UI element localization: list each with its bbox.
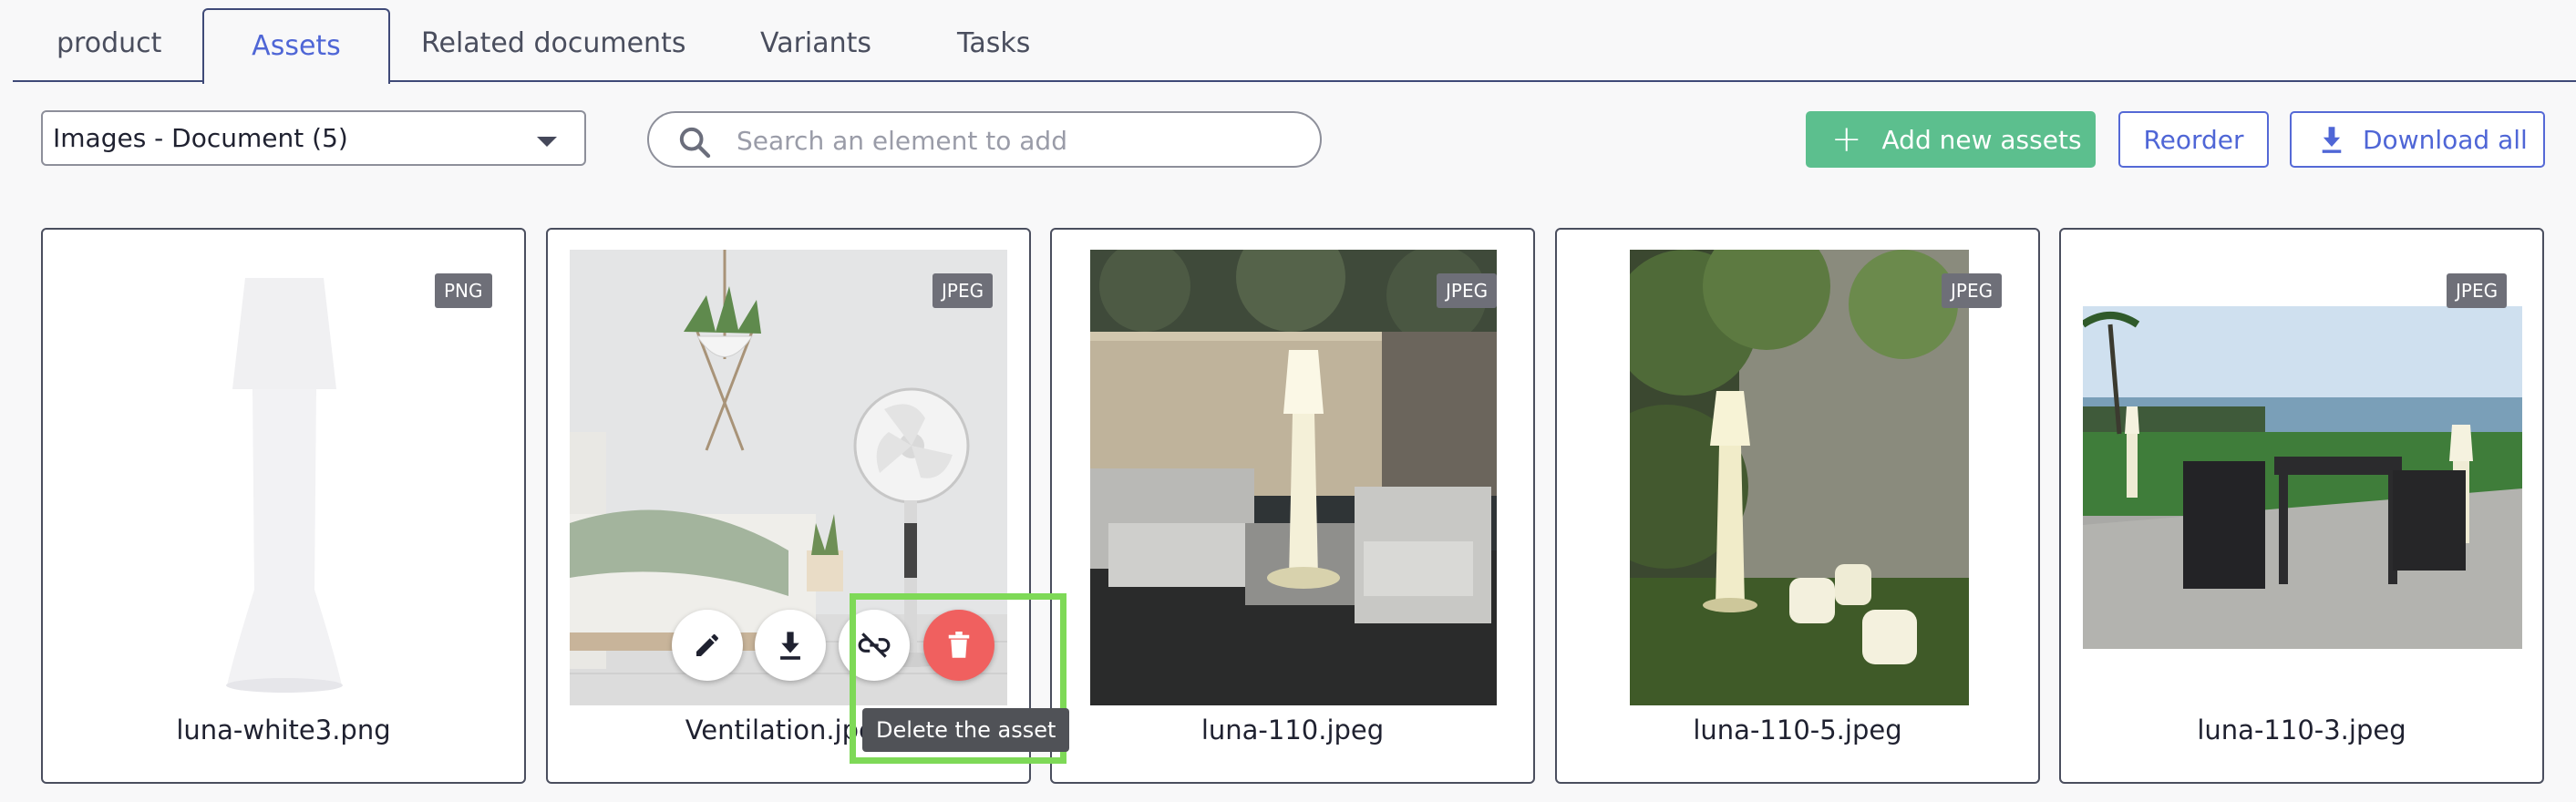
tab-variants[interactable]: Variants xyxy=(760,0,871,80)
asset-card[interactable] xyxy=(41,228,526,784)
download-all-label: Download all xyxy=(2363,124,2528,155)
asset-card[interactable] xyxy=(2059,228,2544,784)
asset-type-select-value: Images - Document (5) xyxy=(53,123,348,153)
reorder-label: Reorder xyxy=(2143,124,2244,155)
download-icon xyxy=(2322,127,2342,153)
asset-thumbnail xyxy=(1090,250,1497,705)
tab-bar: product Assets Related documents Variant… xyxy=(13,0,2576,84)
search-box[interactable] xyxy=(647,111,1322,168)
file-type-badge: PNG xyxy=(435,273,492,308)
asset-thumbnail xyxy=(2083,306,2522,649)
file-type-badge: JPEG xyxy=(933,273,994,308)
chevron-down-icon xyxy=(537,137,557,147)
pencil-icon xyxy=(696,633,719,656)
trash-icon xyxy=(948,632,970,658)
asset-type-select[interactable]: Images - Document (5) xyxy=(41,110,586,166)
delete-asset-button[interactable] xyxy=(923,610,994,681)
asset-thumbnail xyxy=(180,271,389,699)
add-new-assets-label: Add new assets xyxy=(1881,124,2082,155)
asset-card[interactable] xyxy=(1050,228,1535,784)
search-icon xyxy=(679,127,711,159)
download-all-button[interactable]: Download all xyxy=(2290,111,2545,168)
search-input[interactable] xyxy=(735,120,1285,160)
unlink-asset-button[interactable] xyxy=(839,610,910,681)
file-type-badge: JPEG xyxy=(1942,273,2003,308)
file-type-badge: JPEG xyxy=(2447,273,2508,308)
download-icon xyxy=(780,632,800,660)
asset-thumbnail xyxy=(1630,250,1969,705)
asset-card[interactable] xyxy=(1555,228,2040,784)
download-asset-button[interactable] xyxy=(755,610,826,681)
asset-name: luna-110-3.jpeg xyxy=(2197,715,2406,745)
asset-card[interactable] xyxy=(546,228,1031,784)
file-type-badge: JPEG xyxy=(1437,273,1498,308)
asset-name: luna-110-5.jpeg xyxy=(1693,715,1902,745)
add-new-assets-button[interactable]: + Add new assets xyxy=(1806,111,2096,168)
plus-icon: + xyxy=(1831,118,1862,160)
asset-name: luna-110.jpeg xyxy=(1200,715,1385,745)
delete-tooltip: Delete the asset xyxy=(862,708,1070,752)
edit-asset-button[interactable] xyxy=(672,610,743,681)
tab-tasks[interactable]: Tasks xyxy=(957,0,1030,80)
tab-assets[interactable]: Assets xyxy=(202,8,390,84)
tab-product[interactable]: product xyxy=(57,0,161,80)
unlink-icon xyxy=(858,632,891,658)
reorder-button[interactable]: Reorder xyxy=(2118,111,2269,168)
tab-related-documents[interactable]: Related documents xyxy=(421,0,685,80)
asset-name: luna-white3.png xyxy=(176,715,391,745)
